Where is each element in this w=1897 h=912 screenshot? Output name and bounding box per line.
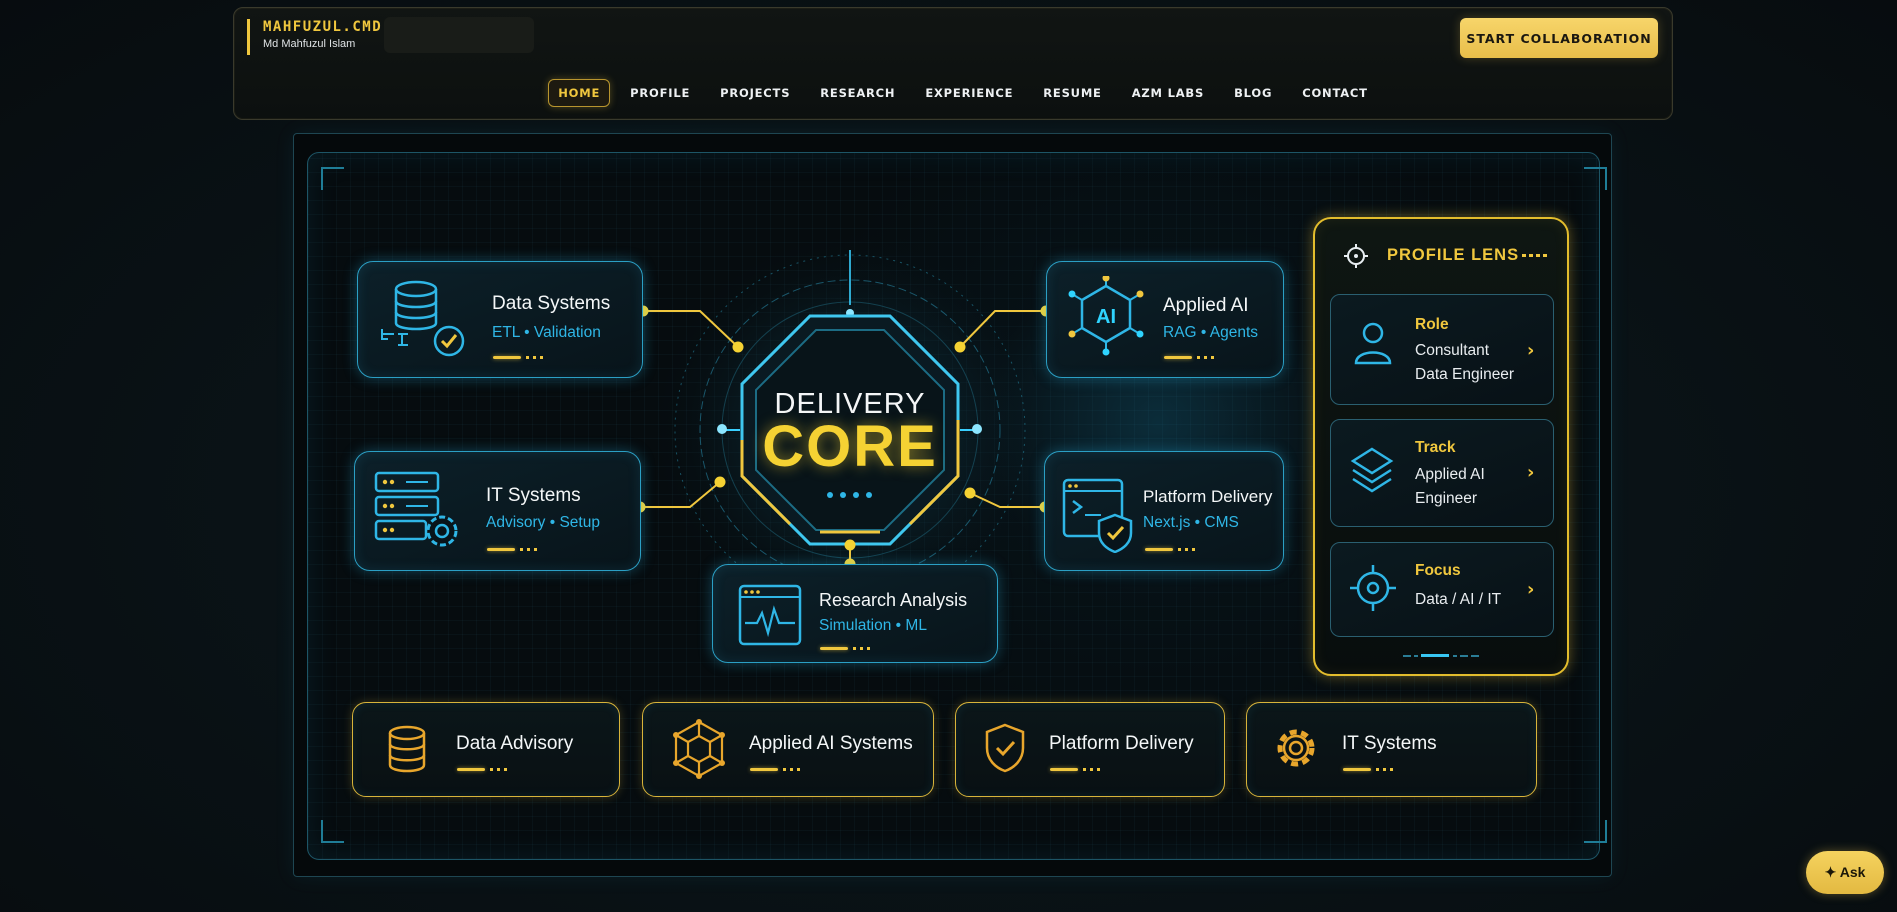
brand-subtitle: Md Mahfuzul Islam — [263, 38, 356, 50]
service-title: Data Advisory — [456, 733, 574, 754]
lens-value: Applied AI — [1415, 466, 1485, 483]
nav-blog[interactable]: BLOG — [1224, 79, 1282, 107]
node-subtitle: Simulation • ML — [819, 617, 927, 634]
node-title: Data Systems — [492, 293, 611, 314]
database-icon — [388, 725, 426, 773]
waveform-window-icon — [738, 584, 802, 646]
node-title: Research Analysis — [819, 590, 968, 610]
database-check-icon — [381, 280, 465, 357]
shield-check-icon — [985, 723, 1025, 773]
main-nav: HOME PROFILE PROJECTS RESEARCH EXPERIENC… — [234, 79, 1672, 107]
nav-projects[interactable]: PROJECTS — [710, 79, 800, 107]
lens-value: Data / AI / IT — [1415, 591, 1502, 608]
server-gear-icon — [374, 471, 458, 547]
lens-dots-icon — [1522, 254, 1547, 257]
node-progress-dash — [487, 548, 539, 552]
nav-azm-labs[interactable]: AZM LABS — [1122, 79, 1214, 107]
sparkle-icon: ✦ — [1824, 864, 1837, 880]
nav-contact[interactable]: CONTACT — [1292, 79, 1378, 107]
service-progress-dash — [1050, 768, 1102, 772]
gear-icon — [1277, 729, 1315, 767]
node-subtitle: RAG • Agents — [1163, 324, 1259, 341]
svg-text:AI: AI — [1096, 306, 1116, 328]
start-collaboration-button[interactable]: START COLLABORATION — [1460, 18, 1658, 58]
node-subtitle: Advisory • Setup — [486, 514, 600, 531]
network-cube-icon — [673, 719, 725, 779]
lens-value: Engineer — [1415, 490, 1478, 507]
lens-label: Track — [1415, 439, 1456, 456]
user-icon — [1354, 322, 1392, 365]
node-progress-dash — [1164, 356, 1216, 360]
node-subtitle: ETL • Validation — [492, 324, 601, 341]
ask-assistant-button[interactable]: ✦ Ask — [1806, 851, 1884, 894]
service-title: Platform Delivery — [1049, 733, 1194, 754]
chevron-right-icon[interactable]: › — [1527, 579, 1534, 600]
lens-value: Data Engineer — [1415, 366, 1515, 383]
node-progress-dash — [1145, 548, 1197, 552]
service-progress-dash — [457, 768, 509, 772]
site-header: MAHFUZUL.CMD Md Mahfuzul Islam START COL… — [233, 7, 1673, 120]
service-title: Applied AI Systems — [749, 733, 913, 754]
lens-label: Focus — [1415, 562, 1461, 579]
chevron-right-icon[interactable]: › — [1527, 462, 1534, 483]
nav-resume[interactable]: RESUME — [1033, 79, 1111, 107]
nav-home[interactable]: HOME — [548, 79, 611, 107]
service-title: IT Systems — [1342, 733, 1437, 754]
node-title: IT Systems — [486, 485, 581, 506]
nav-profile[interactable]: PROFILE — [620, 79, 700, 107]
lens-label: Role — [1415, 316, 1449, 333]
node-progress-dash — [493, 356, 545, 360]
brand[interactable]: MAHFUZUL.CMD Md Mahfuzul Islam — [247, 19, 382, 55]
lens-value: Consultant — [1415, 342, 1490, 359]
ghost-button-bg — [384, 17, 534, 53]
core-main-label: CORE — [762, 414, 938, 479]
node-title: Platform Delivery — [1143, 487, 1273, 506]
node-subtitle: Next.js • CMS — [1143, 514, 1239, 531]
code-shield-icon — [1062, 478, 1133, 553]
node-title: Applied AI — [1163, 295, 1249, 316]
profile-lens-title: PROFILE LENS — [1387, 246, 1520, 264]
layers-icon — [1350, 447, 1394, 493]
brand-title: MAHFUZUL.CMD — [263, 19, 383, 35]
node-progress-dash — [820, 647, 872, 651]
nav-research[interactable]: RESEARCH — [810, 79, 905, 107]
chevron-right-icon[interactable]: › — [1527, 340, 1534, 361]
service-progress-dash — [1343, 768, 1395, 772]
lens-pager — [1403, 654, 1479, 657]
target-icon — [1350, 565, 1396, 611]
ai-chip-icon: AI — [1068, 276, 1144, 356]
ask-label: Ask — [1839, 864, 1866, 880]
crosshair-icon — [1344, 244, 1368, 268]
nav-experience[interactable]: EXPERIENCE — [915, 79, 1023, 107]
service-progress-dash — [750, 768, 802, 772]
